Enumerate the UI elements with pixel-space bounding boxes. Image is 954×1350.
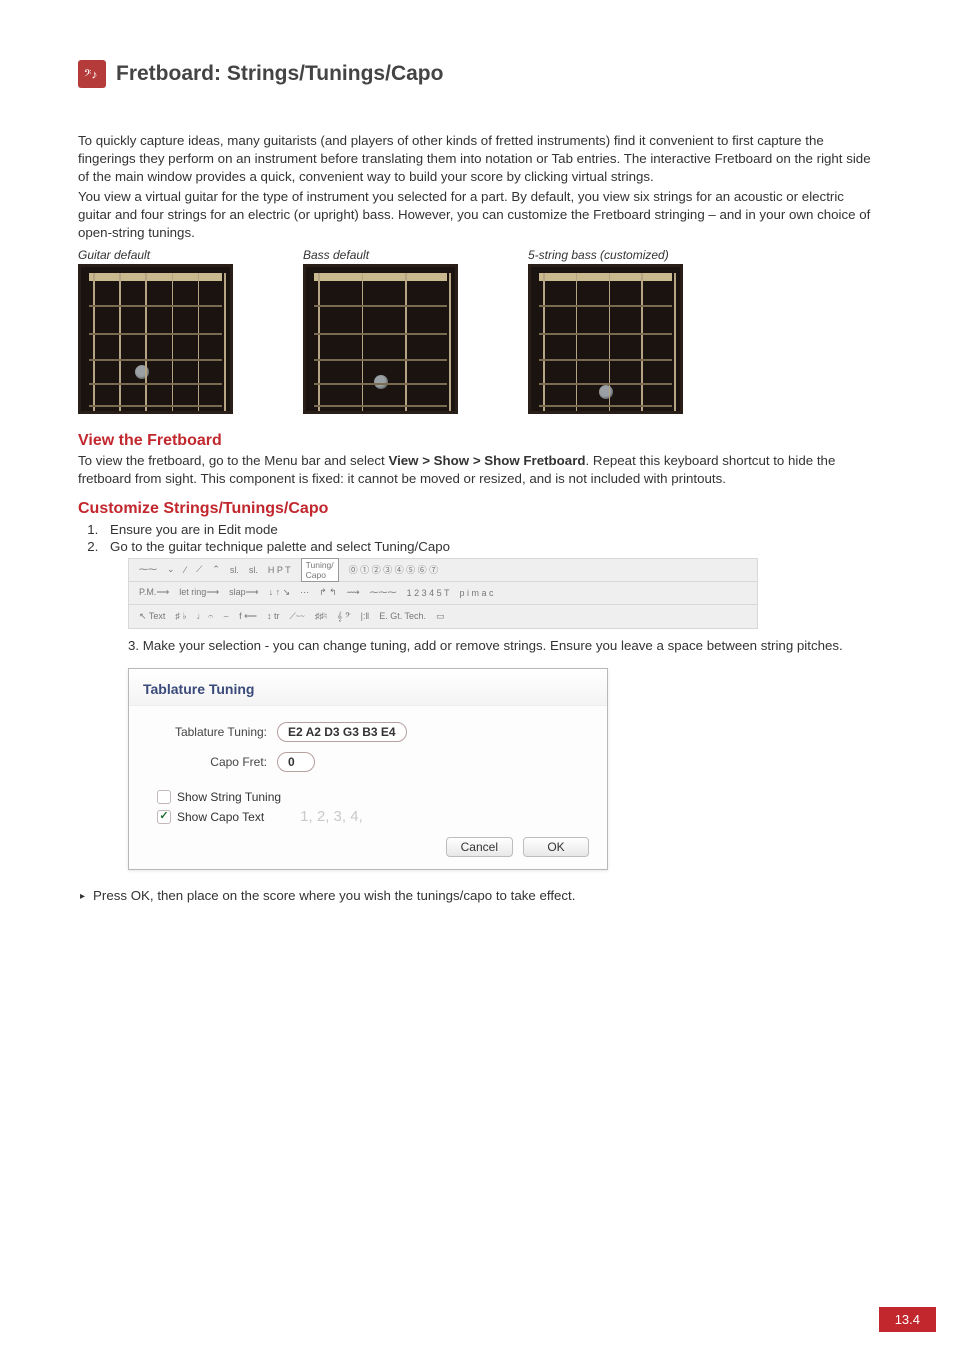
caption-bass: Bass default — [303, 248, 458, 262]
intro-paragraph-1: To quickly capture ideas, many guitarist… — [78, 132, 876, 186]
ok-button[interactable]: OK — [523, 837, 589, 857]
palette-item[interactable]: ⁄ — [185, 565, 187, 575]
show-string-tuning-checkbox[interactable] — [157, 790, 171, 804]
show-capo-text-checkbox[interactable]: ✓ — [157, 810, 171, 824]
palette-item[interactable]: ♩ 𝄐 — [197, 611, 214, 622]
palette-item[interactable]: H P T — [268, 565, 291, 575]
palette-item[interactable]: let ring⟶ — [179, 587, 219, 598]
intro-paragraph-2: You view a virtual guitar for the type o… — [78, 188, 876, 242]
palette-item[interactable]: ⋯ — [300, 587, 309, 598]
palette-item[interactable]: ⟿ — [347, 587, 360, 598]
palette-item[interactable]: ⁓⁓⁓ — [370, 587, 397, 598]
palette-item[interactable]: ⌣ — [223, 611, 229, 622]
dialog-title: Tablature Tuning — [129, 669, 607, 706]
palette-item[interactable]: E. Gt. Tech. — [379, 611, 426, 621]
show-capo-text-label: Show Capo Text — [177, 810, 264, 824]
step-1: Ensure you are in Edit mode — [102, 522, 876, 537]
palette-item[interactable]: f ⟵ — [239, 611, 257, 622]
palette-item[interactable]: ⁓⁓ — [139, 564, 157, 575]
palette-item[interactable]: ⌄ — [167, 564, 175, 575]
palette-item[interactable]: Tuning/ Capo — [301, 558, 339, 582]
palette-item[interactable]: p i m a c — [460, 588, 494, 598]
final-note: Press OK, then place on the score where … — [93, 888, 575, 903]
step-3: 3. Make your selection - you can change … — [128, 637, 876, 655]
app-icon: 𝄢♪ — [78, 60, 106, 88]
palette-item[interactable]: ↖ Text — [139, 611, 165, 622]
palette-item[interactable]: sl. — [249, 565, 258, 575]
capo-label: Capo Fret: — [147, 755, 277, 769]
heading-customize: Customize Strings/Tunings/Capo — [78, 500, 876, 518]
palette-item[interactable]: ♯♯♮ — [315, 611, 327, 622]
palette-item[interactable]: |:‖ — [361, 611, 370, 621]
svg-text:𝄢♪: 𝄢♪ — [84, 68, 98, 82]
cancel-button[interactable]: Cancel — [446, 837, 513, 857]
caption-guitar: Guitar default — [78, 248, 233, 262]
guitar-technique-palette: ⁓⁓ ⌄ ⁄ ⟋ ⌃ sl. sl. H P T Tuning/ Capo ⓪ ① ② ③ ④ ⑤… — [128, 558, 758, 629]
palette-item[interactable]: ♯ ♭ — [175, 611, 186, 622]
tablature-tuning-input[interactable]: E2 A2 D3 G3 B3 E4 — [277, 722, 407, 742]
heading-view-fretboard: View the Fretboard — [78, 432, 876, 450]
page-number: 13.4 — [879, 1307, 936, 1332]
tablature-tuning-dialog: Tablature Tuning Tablature Tuning: E2 A2… — [128, 668, 608, 870]
palette-item[interactable]: ⌃ — [212, 564, 220, 575]
caption-5string: 5-string bass (customized) — [528, 248, 683, 262]
capo-fret-input[interactable]: 0 — [277, 752, 315, 772]
palette-item[interactable]: ▭ — [436, 611, 445, 622]
view-fretboard-text: To view the fretboard, go to the Menu ba… — [78, 452, 876, 488]
step-2: Go to the guitar technique palette and s… — [102, 539, 876, 554]
tuning-label: Tablature Tuning: — [147, 725, 277, 739]
page-title: Fretboard: Strings/Tunings/Capo — [116, 62, 443, 86]
palette-item[interactable]: slap⟶ — [229, 587, 258, 598]
show-string-tuning-label: Show String Tuning — [177, 790, 281, 804]
palette-item[interactable]: ⓪ ① ② ③ ④ ⑤ ⑥ ⑦ — [349, 563, 439, 576]
fretboard-bass — [303, 264, 458, 414]
palette-item[interactable]: ↱ ↰ — [319, 587, 337, 598]
palette-item[interactable]: ⟋⁓⁓ — [290, 611, 305, 622]
palette-item[interactable]: ↓ ↑ ↘ — [269, 587, 291, 598]
palette-item[interactable]: P.M.⟶ — [139, 587, 169, 598]
fretboard-5string — [528, 264, 683, 414]
palette-item[interactable]: 𝄞 𝄢 — [337, 611, 351, 622]
ghost-text: 1, 2, 3, 4, — [300, 808, 363, 825]
palette-item[interactable]: 1 2 3 4 5 T — [407, 588, 450, 598]
triangle-bullet-icon: ▸ — [80, 888, 85, 902]
palette-item[interactable]: sl. — [230, 565, 239, 575]
palette-item[interactable]: ↕ tr — [267, 611, 280, 621]
fretboard-guitar — [78, 264, 233, 414]
palette-item[interactable]: ⟋ — [196, 564, 202, 575]
